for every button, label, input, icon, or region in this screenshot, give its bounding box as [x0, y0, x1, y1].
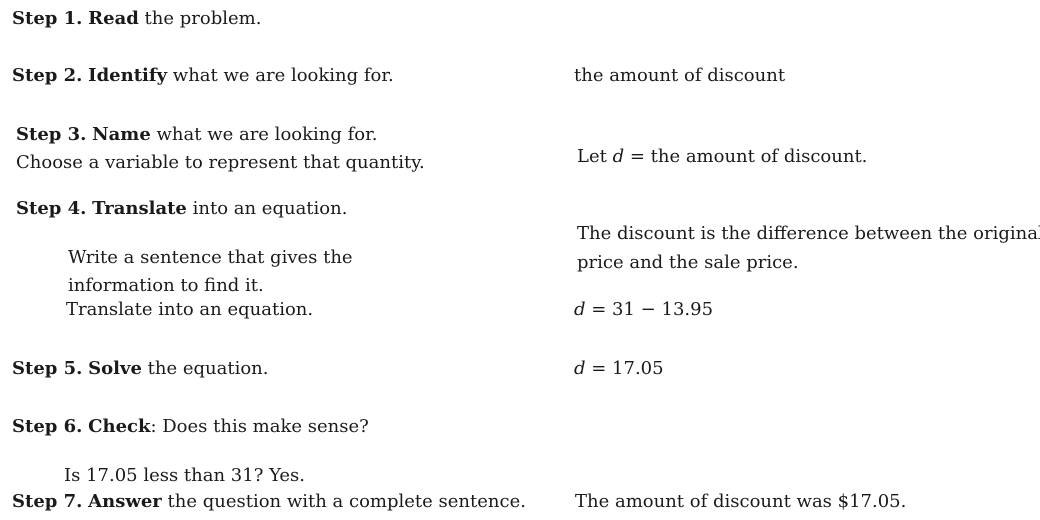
step-2-text: what we are looking for. — [167, 65, 394, 86]
step-4-label: Step 4. — [16, 198, 87, 219]
step-3-row: Step 3. Name what we are looking for. — [16, 124, 377, 146]
step-7-answer: The amount of discount was $17.05. — [575, 491, 907, 512]
step-3-text: what we are looking for. — [150, 124, 378, 145]
step-5-equation-var: d — [574, 358, 586, 379]
step-6-text: : Does this make sense? — [150, 416, 369, 437]
step-3-line2: Choose a variable to represent that quan… — [16, 152, 425, 173]
step-2-answer: the amount of discount — [574, 65, 786, 86]
step-3-answer-prefix: Let — [577, 146, 613, 167]
step-5-equation: d = 17.05 — [574, 358, 664, 380]
step-4-row: Step 4. Translate into an equation. — [16, 198, 347, 220]
step-5-keyword: Solve — [88, 358, 142, 379]
step-3-keyword: Name — [92, 124, 151, 145]
step-2-row: Step 2. Identify what we are looking for… — [12, 65, 394, 87]
step-5-equation-rest: = 17.05 — [585, 358, 664, 379]
step-7-label: Step 7. — [12, 491, 83, 512]
step-5-row: Step 5. Solve the equation. — [12, 358, 268, 380]
step-5-label: Step 5. — [12, 358, 83, 379]
step-2-keyword: Identify — [88, 65, 168, 86]
step-4-sub1b: information to find it. — [68, 275, 264, 296]
step-4-keyword: Translate — [92, 198, 187, 219]
step-4-sub2: Translate into an equation. — [66, 299, 314, 320]
step-6-keyword: Check — [88, 416, 151, 437]
step-1-text: the problem. — [138, 8, 262, 29]
step-3-answer-suffix: = the amount of discount. — [624, 146, 868, 167]
step-6-label: Step 6. — [12, 416, 83, 437]
step-4-answer-line2: price and the sale price. — [577, 252, 799, 273]
step-1-label: Step 1. — [12, 8, 83, 29]
step-3-answer: Let d = the amount of discount. — [577, 146, 867, 168]
step-3-answer-var: d — [612, 146, 625, 167]
step-6-row: Step 6. Check: Does this make sense? — [12, 416, 369, 438]
step-4-text: into an equation. — [186, 198, 348, 219]
step-7-text: the question with a complete sentence. — [161, 491, 526, 512]
step-7-keyword: Answer — [88, 491, 162, 512]
step-5-text: the equation. — [141, 358, 269, 379]
step-7-row: Step 7. Answer the question with a compl… — [12, 491, 526, 513]
step-1-keyword: Read — [88, 8, 139, 29]
step-4-equation-rest: = 31 − 13.95 — [585, 299, 714, 320]
step-4-answer-line1: The discount is the difference between t… — [577, 223, 1040, 244]
step-3-label: Step 3. — [16, 124, 87, 145]
step-2-label: Step 2. — [12, 65, 83, 86]
step-4-sub1a: Write a sentence that gives the — [68, 247, 353, 268]
step-6-sub: Is 17.05 less than 31? Yes. — [64, 465, 306, 486]
step-4-equation-var: d — [574, 299, 586, 320]
step-4-equation: d = 31 − 13.95 — [574, 299, 713, 321]
step-1-row: Step 1. Read the problem. — [12, 8, 261, 30]
